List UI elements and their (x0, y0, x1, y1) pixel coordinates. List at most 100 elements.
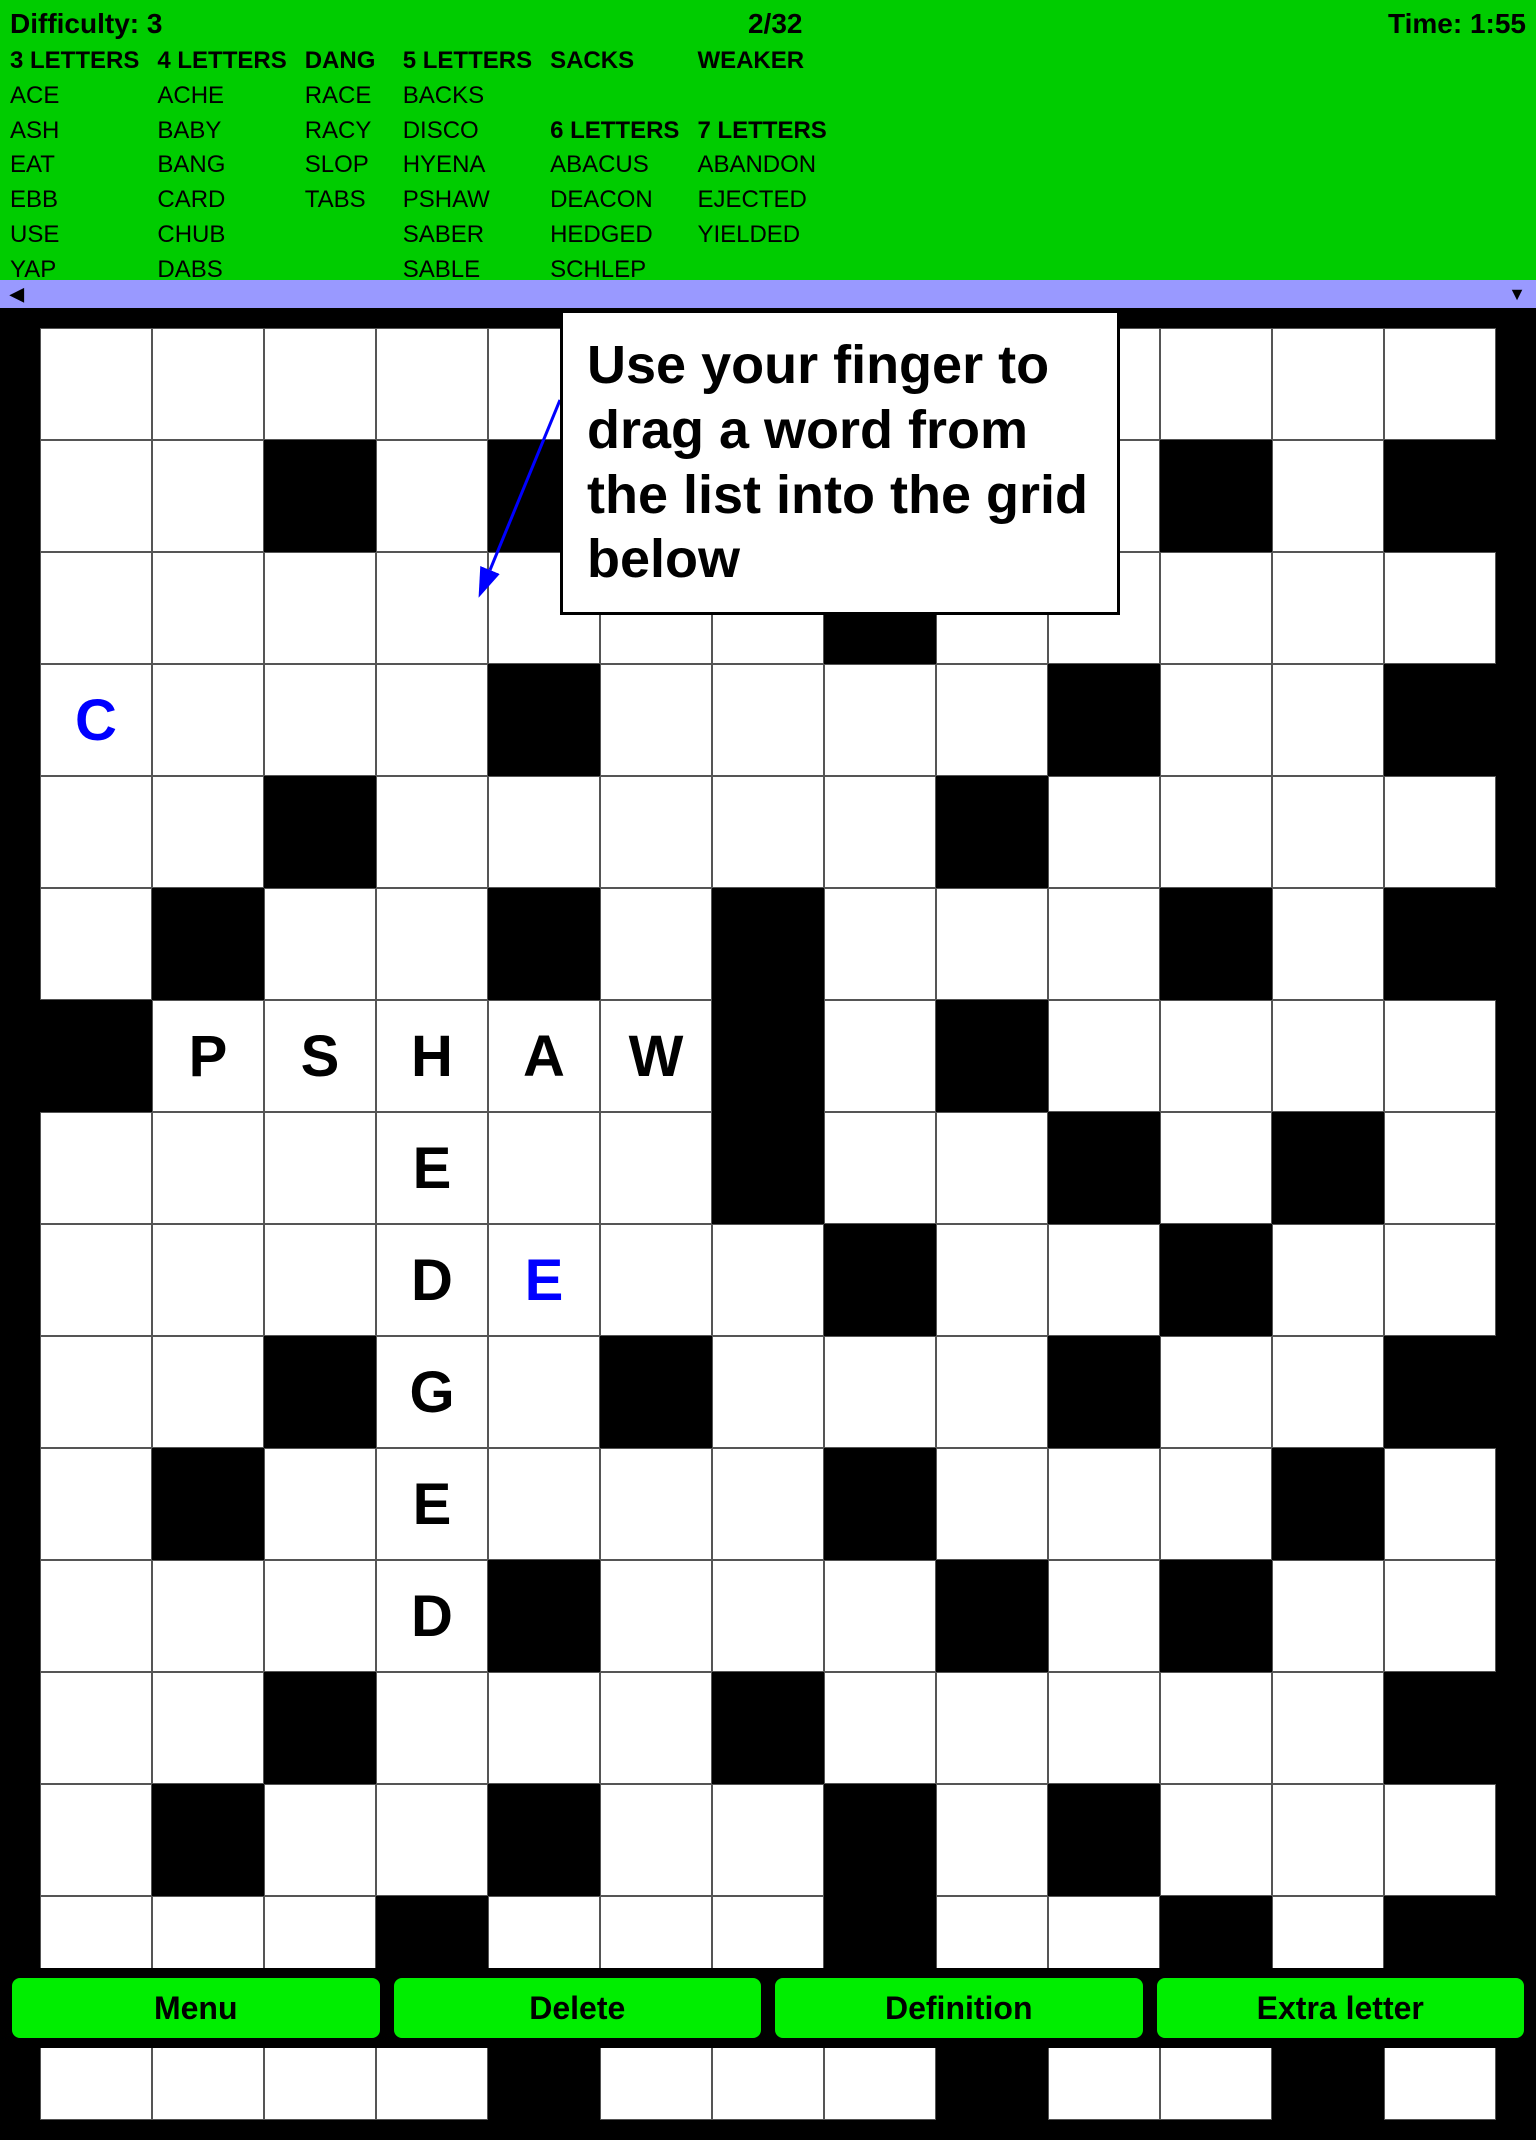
cell-1-10[interactable] (1160, 440, 1272, 552)
cell-2-3[interactable] (376, 552, 488, 664)
cell-10-0[interactable] (40, 1448, 152, 1560)
cell-11-6[interactable] (712, 1560, 824, 1672)
cell-12-3[interactable] (376, 1672, 488, 1784)
cell-7-11[interactable] (1272, 1112, 1384, 1224)
cell-5-11[interactable] (1272, 888, 1384, 1000)
definition-button[interactable]: Definition (773, 1976, 1145, 2040)
cell-11-4[interactable] (488, 1560, 600, 1672)
word-disco[interactable]: DISCO (403, 114, 532, 149)
cell-9-5[interactable] (600, 1336, 712, 1448)
cell-9-9[interactable] (1048, 1336, 1160, 1448)
cell-5-7[interactable] (824, 888, 936, 1000)
cell-5-4[interactable] (488, 888, 600, 1000)
word-saber[interactable]: SABER (403, 218, 532, 253)
cell-3-10[interactable] (1160, 664, 1272, 776)
cell-6-9[interactable] (1048, 1000, 1160, 1112)
word-slop[interactable]: SLOP (305, 148, 385, 183)
cell-11-0[interactable] (40, 1560, 152, 1672)
cell-10-5[interactable] (600, 1448, 712, 1560)
cell-4-3[interactable] (376, 776, 488, 888)
cell-9-3[interactable]: G (376, 1336, 488, 1448)
cell-9-4[interactable] (488, 1336, 600, 1448)
cell-3-1[interactable] (152, 664, 264, 776)
cell-12-6[interactable] (712, 1672, 824, 1784)
cell-4-10[interactable] (1160, 776, 1272, 888)
cell-13-2[interactable] (264, 1784, 376, 1896)
cell-8-8[interactable] (936, 1224, 1048, 1336)
cell-7-10[interactable] (1160, 1112, 1272, 1224)
cell-6-2[interactable]: S (264, 1000, 376, 1112)
cell-6-7[interactable] (824, 1000, 936, 1112)
word-hedged[interactable]: HEDGED (550, 218, 679, 253)
word-use[interactable]: USE (10, 218, 139, 253)
cell-2-10[interactable] (1160, 552, 1272, 664)
cell-2-0[interactable] (40, 552, 152, 664)
cell-2-12[interactable] (1384, 552, 1496, 664)
cell-4-6[interactable] (712, 776, 824, 888)
cell-13-11[interactable] (1272, 1784, 1384, 1896)
cell-8-9[interactable] (1048, 1224, 1160, 1336)
cell-0-12[interactable] (1384, 328, 1496, 440)
cell-13-5[interactable] (600, 1784, 712, 1896)
cell-5-5[interactable] (600, 888, 712, 1000)
cell-8-10[interactable] (1160, 1224, 1272, 1336)
cell-10-3[interactable]: E (376, 1448, 488, 1560)
cell-3-11[interactable] (1272, 664, 1384, 776)
cell-5-1[interactable] (152, 888, 264, 1000)
cell-5-10[interactable] (1160, 888, 1272, 1000)
cell-6-4[interactable]: A (488, 1000, 600, 1112)
cell-8-4[interactable]: E (488, 1224, 600, 1336)
cell-4-11[interactable] (1272, 776, 1384, 888)
cell-11-12[interactable] (1384, 1560, 1496, 1672)
cell-12-7[interactable] (824, 1672, 936, 1784)
cell-0-2[interactable] (264, 328, 376, 440)
cell-7-1[interactable] (152, 1112, 264, 1224)
cell-3-4[interactable] (488, 664, 600, 776)
cell-9-12[interactable] (1384, 1336, 1496, 1448)
cell-1-11[interactable] (1272, 440, 1384, 552)
cell-13-7[interactable] (824, 1784, 936, 1896)
cell-4-7[interactable] (824, 776, 936, 888)
cell-11-10[interactable] (1160, 1560, 1272, 1672)
cell-13-8[interactable] (936, 1784, 1048, 1896)
cell-10-7[interactable] (824, 1448, 936, 1560)
cell-1-12[interactable] (1384, 440, 1496, 552)
cell-10-4[interactable] (488, 1448, 600, 1560)
cell-8-2[interactable] (264, 1224, 376, 1336)
cell-8-6[interactable] (712, 1224, 824, 1336)
cell-5-3[interactable] (376, 888, 488, 1000)
word-eat[interactable]: EAT (10, 148, 139, 183)
cell-6-0[interactable] (40, 1000, 152, 1112)
cell-11-7[interactable] (824, 1560, 936, 1672)
cell-10-12[interactable] (1384, 1448, 1496, 1560)
cell-11-2[interactable] (264, 1560, 376, 1672)
cell-10-6[interactable] (712, 1448, 824, 1560)
cell-0-1[interactable] (152, 328, 264, 440)
cell-13-0[interactable] (40, 1784, 152, 1896)
cell-2-2[interactable] (264, 552, 376, 664)
cell-2-1[interactable] (152, 552, 264, 664)
cell-13-9[interactable] (1048, 1784, 1160, 1896)
cell-7-7[interactable] (824, 1112, 936, 1224)
cell-9-7[interactable] (824, 1336, 936, 1448)
cell-7-0[interactable] (40, 1112, 152, 1224)
cell-13-3[interactable] (376, 1784, 488, 1896)
cell-1-2[interactable] (264, 440, 376, 552)
cell-3-12[interactable] (1384, 664, 1496, 776)
cell-5-6[interactable] (712, 888, 824, 1000)
cell-12-11[interactable] (1272, 1672, 1384, 1784)
cell-8-12[interactable] (1384, 1224, 1496, 1336)
cell-12-4[interactable] (488, 1672, 600, 1784)
cell-6-1[interactable]: P (152, 1000, 264, 1112)
cell-5-8[interactable] (936, 888, 1048, 1000)
cell-3-6[interactable] (712, 664, 824, 776)
cell-11-1[interactable] (152, 1560, 264, 1672)
cell-8-5[interactable] (600, 1224, 712, 1336)
word-card[interactable]: CARD (157, 183, 286, 218)
word-baby[interactable]: BABY (157, 114, 286, 149)
word-backs[interactable]: BACKS (403, 79, 532, 114)
cell-3-5[interactable] (600, 664, 712, 776)
cell-13-6[interactable] (712, 1784, 824, 1896)
cell-1-0[interactable] (40, 440, 152, 552)
cell-4-12[interactable] (1384, 776, 1496, 888)
